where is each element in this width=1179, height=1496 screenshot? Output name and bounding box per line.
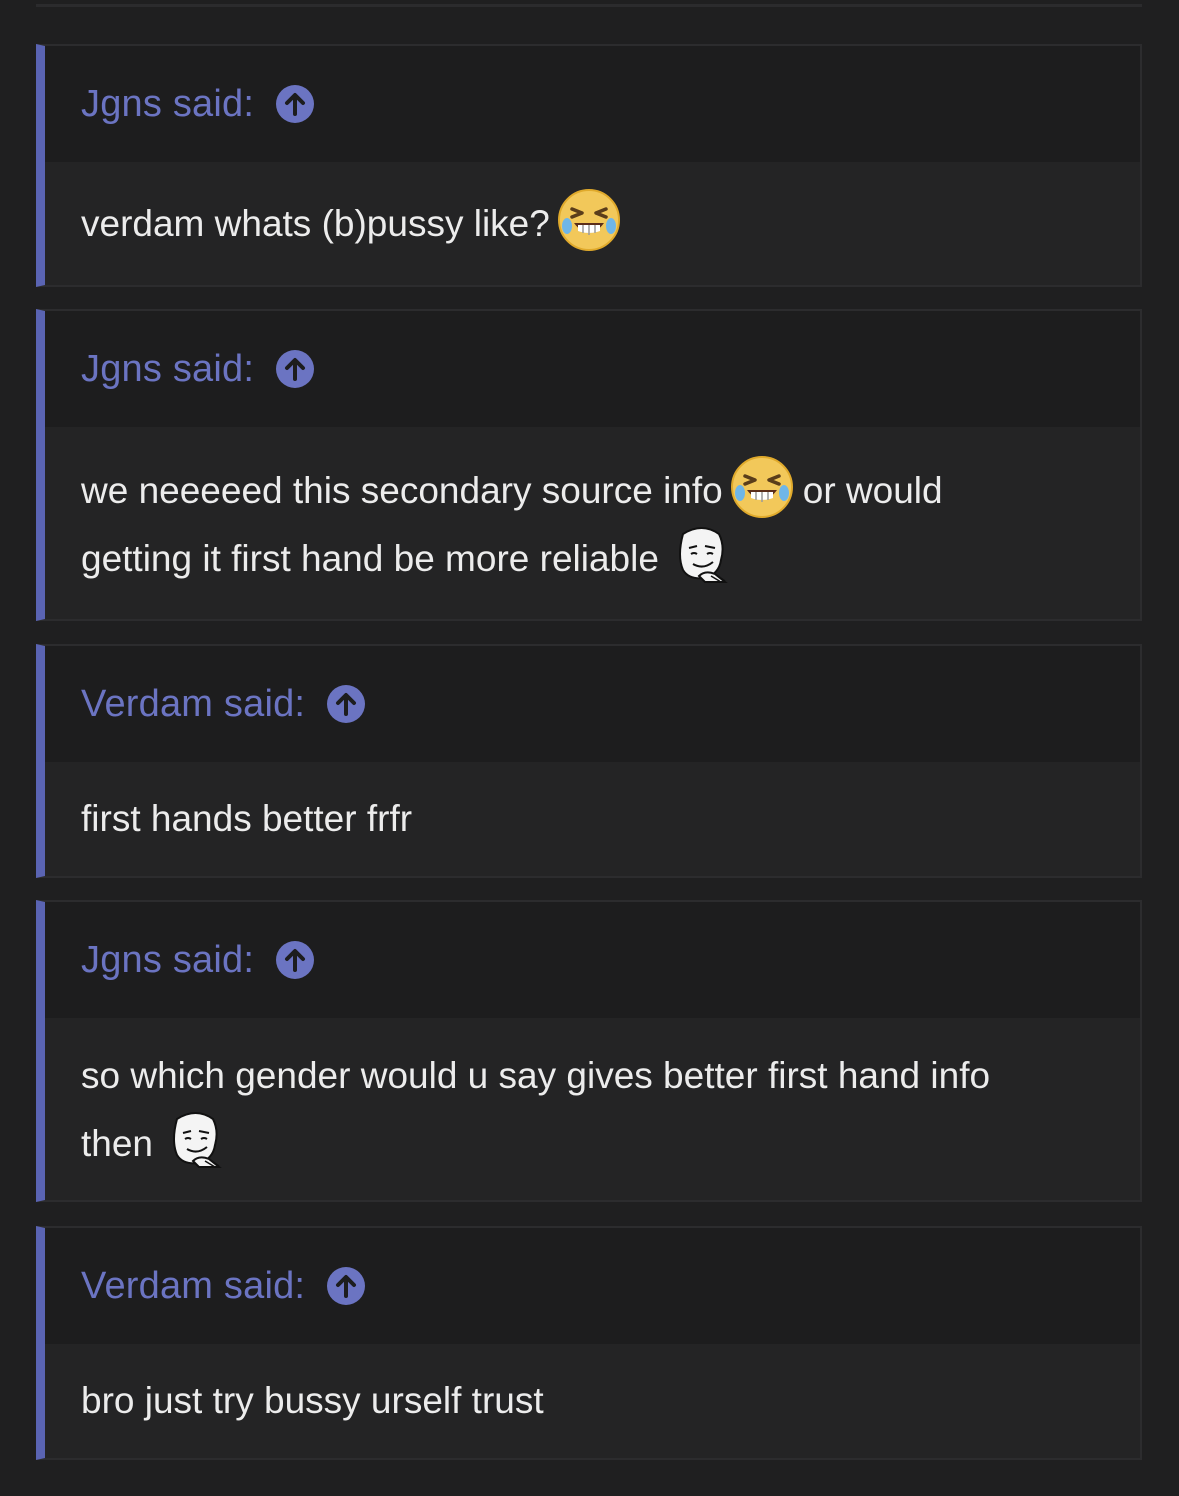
quote-block: Verdam said: bro just try bussy urself t…	[36, 1226, 1142, 1460]
quote-text: bro just try bussy urself trust	[81, 1380, 544, 1421]
quote-block: Jgns said: we neeeeed this secondary sou…	[36, 309, 1142, 621]
arrow-up-circle-icon[interactable]	[327, 1267, 366, 1305]
quote-text: so which gender would u say gives better…	[81, 1055, 991, 1096]
arrow-up-circle-icon[interactable]	[276, 941, 315, 979]
divider	[36, 4, 1142, 7]
quote-text: verdam whats (b)pussy like?	[81, 203, 550, 244]
quote-header: Jgns said:	[45, 311, 1140, 427]
quote-author[interactable]: Jgns said:	[81, 350, 254, 388]
thinking-meme-face-icon	[169, 1111, 223, 1169]
quote-body: so which gender would u say gives better…	[45, 1018, 1140, 1178]
quote-text: or would	[802, 470, 943, 511]
quote-author[interactable]: Jgns said:	[81, 85, 254, 123]
quote-author[interactable]: Verdam said:	[81, 685, 305, 723]
quote-text: getting it first hand be more reliable	[81, 538, 659, 579]
arrow-up-circle-icon[interactable]	[276, 350, 315, 388]
quote-author[interactable]: Verdam said:	[81, 1267, 305, 1305]
quote-header: Verdam said:	[45, 1228, 1140, 1344]
quote-thread: Jgns said: verdam whats (b)pussy like? J…	[0, 0, 1179, 1496]
quote-text: first hands better frfr	[81, 798, 413, 839]
laughing-tears-emoji-icon	[730, 456, 793, 519]
quote-body: bro just try bussy urself trust	[45, 1344, 1140, 1435]
quote-block: Jgns said: verdam whats (b)pussy like?	[36, 44, 1142, 287]
quote-text: then	[81, 1123, 154, 1164]
quote-header: Jgns said:	[45, 46, 1140, 162]
quote-header: Jgns said:	[45, 902, 1140, 1018]
quote-block: Verdam said: first hands better frfr	[36, 644, 1142, 878]
quote-header: Verdam said:	[45, 646, 1140, 762]
quote-block: Jgns said: so which gender would u say g…	[36, 900, 1142, 1202]
quote-text: we neeeeed this secondary source info	[81, 470, 723, 511]
quote-body: verdam whats (b)pussy like?	[45, 162, 1140, 258]
quote-body: first hands better frfr	[45, 762, 1140, 853]
quote-body: we neeeeed this secondary source info or…	[45, 427, 1140, 593]
thinking-meme-face-icon	[675, 526, 729, 584]
arrow-up-circle-icon[interactable]	[276, 85, 315, 123]
quote-author[interactable]: Jgns said:	[81, 941, 254, 979]
arrow-up-circle-icon[interactable]	[327, 685, 366, 723]
laughing-tears-emoji-icon	[557, 189, 620, 252]
